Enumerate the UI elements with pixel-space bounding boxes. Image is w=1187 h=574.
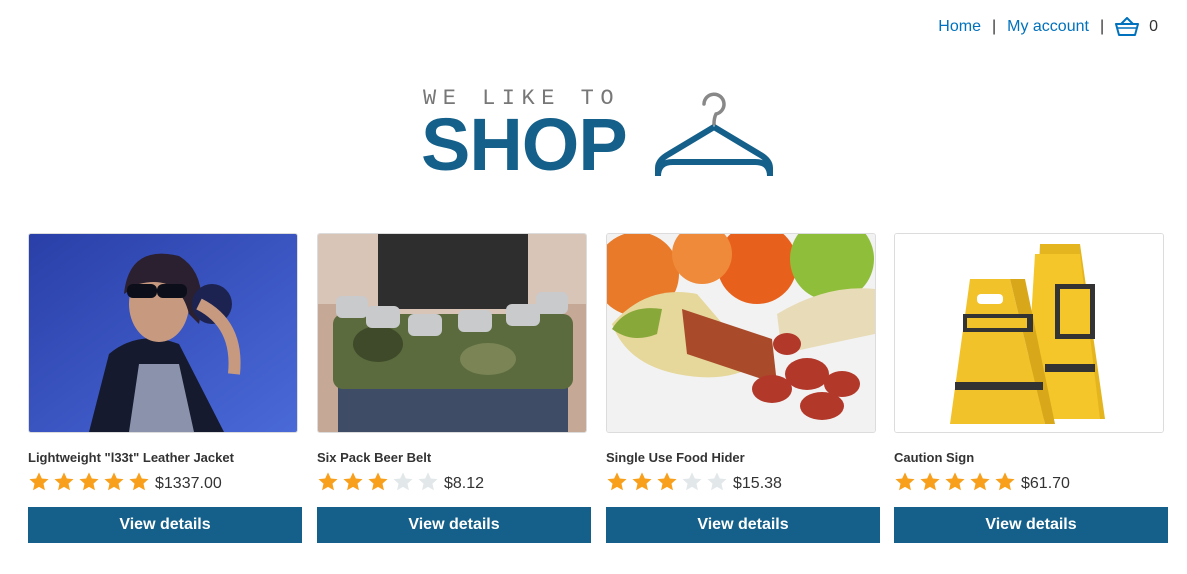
star-filled-icon: [945, 472, 965, 491]
star-empty-icon: [707, 472, 727, 491]
product-rating: $8.12: [317, 469, 591, 495]
nav-separator: |: [991, 18, 997, 35]
logo-wordmark: SHOP: [421, 103, 628, 186]
star-rating: [606, 471, 731, 493]
product-price: $8.12: [444, 475, 485, 492]
star-rating: [894, 471, 1019, 493]
star-filled-icon: [129, 472, 149, 491]
basket-icon: [1115, 17, 1140, 36]
product-image[interactable]: [28, 233, 298, 433]
view-details-button[interactable]: View details: [28, 507, 302, 543]
star-rating: [28, 471, 153, 493]
product-rating: $1337.00: [28, 469, 302, 495]
star-filled-icon: [607, 472, 627, 491]
star-filled-icon: [632, 472, 652, 491]
product-title: Six Pack Beer Belt: [317, 450, 432, 465]
top-nav: Home | My account | 0: [938, 17, 1158, 37]
home-link[interactable]: Home: [938, 18, 981, 36]
star-filled-icon: [343, 472, 363, 491]
product-rating: $61.70: [894, 469, 1168, 495]
star-filled-icon: [79, 472, 99, 491]
view-details-button[interactable]: View details: [894, 507, 1168, 543]
view-details-button[interactable]: View details: [317, 507, 591, 543]
star-filled-icon: [995, 472, 1015, 491]
star-filled-icon: [895, 472, 915, 491]
view-details-button[interactable]: View details: [606, 507, 880, 543]
product-title: Lightweight "l33t" Leather Jacket: [28, 450, 234, 465]
product-rating: $15.38: [606, 469, 880, 495]
nav-separator: |: [1099, 18, 1105, 35]
product-card: Caution Sign $61.70 View details: [894, 233, 1168, 543]
product-title: Caution Sign: [894, 450, 975, 465]
star-filled-icon: [29, 472, 49, 491]
star-empty-icon: [393, 472, 413, 491]
product-image[interactable]: [606, 233, 876, 433]
product-card: Lightweight "l33t" Leather Jacket $1337.…: [28, 233, 302, 543]
product-price: $61.70: [1021, 475, 1070, 492]
star-filled-icon: [318, 472, 338, 491]
star-filled-icon: [970, 472, 990, 491]
star-filled-icon: [368, 472, 388, 491]
product-card: Six Pack Beer Belt $8.12 View details: [317, 233, 591, 543]
site-logo[interactable]: WE LIKE TO SHOP: [421, 86, 781, 186]
product-image[interactable]: [894, 233, 1164, 433]
star-rating: [317, 471, 442, 493]
star-empty-icon: [418, 472, 438, 491]
cart-count: 0: [1149, 18, 1158, 35]
star-empty-icon: [682, 472, 702, 491]
cart-link[interactable]: 0: [1115, 17, 1158, 37]
product-image[interactable]: [317, 233, 587, 433]
star-filled-icon: [54, 472, 74, 491]
star-filled-icon: [920, 472, 940, 491]
star-filled-icon: [104, 472, 124, 491]
star-filled-icon: [657, 472, 677, 491]
hanger-icon: [655, 92, 773, 177]
my-account-link[interactable]: My account: [1007, 18, 1089, 36]
product-price: $15.38: [733, 475, 782, 492]
product-price: $1337.00: [155, 475, 222, 492]
product-title: Single Use Food Hider: [606, 450, 745, 465]
product-card: Single Use Food Hider $15.38 View detail…: [606, 233, 880, 543]
